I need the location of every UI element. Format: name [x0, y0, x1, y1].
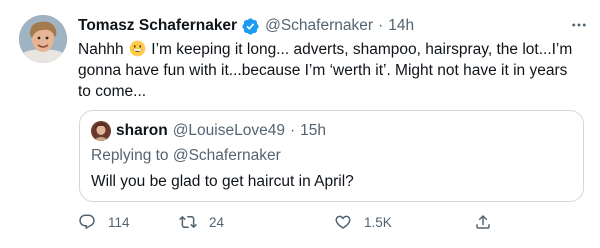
share-icon [474, 213, 492, 231]
like-icon [334, 213, 352, 231]
tweet: Tomasz Schafernaker @Schafernaker · 14h … [0, 0, 600, 248]
quoted-author-handle: @LouiseLove49 [172, 122, 285, 139]
quoted-separator-dot: · [289, 122, 296, 139]
author-avatar[interactable] [19, 15, 67, 63]
separator-dot: · [378, 17, 384, 34]
retweet-button[interactable]: 24 [179, 210, 224, 234]
quoted-tweet-header: sharon @LouiseLove49 · 15h [116, 121, 326, 141]
verified-badge-icon [241, 17, 260, 36]
quoted-tweet-card[interactable]: sharon @LouiseLove49 · 15h Replying to @… [79, 110, 584, 202]
author-name[interactable]: Tomasz Schafernaker [78, 17, 237, 35]
tweet-header: Tomasz Schafernaker @Schafernaker · 14h [78, 15, 414, 37]
replying-to-line: Replying to @Schafernaker [91, 147, 281, 165]
author-handle[interactable]: @Schafernaker [265, 17, 373, 35]
quoted-tweet-text: Will you be glad to get haircut in April… [91, 173, 354, 190]
share-button[interactable] [474, 210, 492, 234]
tweet-text-rest: I’m keeping it long... adverts, shampoo,… [78, 41, 573, 100]
reply-button[interactable]: 114 [78, 210, 130, 234]
like-button[interactable]: 1.5K [334, 210, 392, 234]
quoted-tweet-timestamp: 15h [300, 122, 326, 139]
tweet-actions: 114 24 1.5K [78, 210, 508, 234]
more-options-icon[interactable] [568, 15, 590, 35]
grinning-face-emoji-icon [129, 40, 146, 57]
quoted-author-avatar[interactable] [91, 121, 111, 141]
tweet-text-start: Nahhh [78, 41, 128, 58]
tweet-timestamp[interactable]: 14h [388, 17, 414, 35]
quoted-author-name: sharon [116, 122, 168, 139]
retweet-icon [179, 213, 197, 231]
replying-to-mention: @Schafernaker [172, 147, 281, 164]
replying-prefix: Replying to [91, 147, 173, 164]
reply-icon [78, 213, 96, 231]
retweet-count: 24 [209, 214, 225, 230]
like-count: 1.5K [364, 214, 392, 230]
tweet-text: Nahhh I’m keeping it long... adverts, sh… [78, 39, 583, 102]
reply-count: 114 [108, 214, 130, 230]
